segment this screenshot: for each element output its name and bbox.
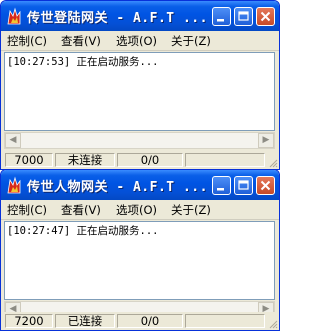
menu-about[interactable]: 关于(Z) [171, 202, 211, 218]
minimize-icon [217, 19, 224, 22]
scroll-right-icon[interactable]: ▶ [258, 133, 274, 148]
status-empty [185, 314, 265, 328]
maximize-button[interactable] [234, 176, 253, 195]
log-line: [10:27:53] 正在启动服务... [7, 56, 159, 68]
status-count: 0/0 [117, 153, 183, 167]
minimize-button[interactable] [212, 176, 231, 195]
menu-bar: 控制(C) 查看(V) 选项(O) 关于(Z) [1, 200, 279, 220]
status-empty [185, 153, 265, 167]
title-bar[interactable]: 传世人物网关 - A.F.T ... [1, 170, 279, 200]
resize-grip-icon[interactable] [268, 319, 278, 329]
menu-control[interactable]: 控制(C) [7, 202, 47, 218]
character-gateway-window: 传世人物网关 - A.F.T ... 控制(C) 查看(V) 选项(O) 关于(… [0, 169, 280, 331]
log-line: [10:27:47] 正在启动服务... [7, 225, 159, 237]
close-button[interactable] [256, 7, 275, 26]
menu-view[interactable]: 查看(V) [61, 33, 101, 49]
flame-app-icon [7, 176, 21, 194]
resize-grip-icon[interactable] [268, 158, 278, 168]
menu-bar: 控制(C) 查看(V) 选项(O) 关于(Z) [1, 31, 279, 51]
status-count: 0/0 [117, 314, 183, 328]
log-area[interactable]: [10:27:47] 正在启动服务... [4, 221, 275, 300]
window-title: 传世登陆网关 - A.F.T ... [27, 11, 208, 26]
status-bar: 7200 已连接 0/0 [1, 312, 279, 330]
log-area[interactable]: [10:27:53] 正在启动服务... [4, 52, 275, 131]
title-bar[interactable]: 传世登陆网关 - A.F.T ... [1, 1, 279, 31]
status-connection: 未连接 [55, 153, 115, 167]
minimize-button[interactable] [212, 7, 231, 26]
menu-control[interactable]: 控制(C) [7, 33, 47, 49]
close-icon [260, 180, 271, 191]
login-gateway-window: 传世登陆网关 - A.F.T ... 控制(C) 查看(V) 选项(O) 关于(… [0, 0, 280, 170]
close-icon [260, 11, 271, 22]
minimize-icon [217, 188, 224, 191]
horizontal-scrollbar[interactable]: ◀ ▶ [4, 132, 275, 149]
window-title: 传世人物网关 - A.F.T ... [27, 180, 208, 195]
menu-about[interactable]: 关于(Z) [171, 33, 211, 49]
status-bar: 7000 未连接 0/0 [1, 151, 279, 169]
maximize-icon [238, 11, 249, 21]
status-connection: 已连接 [55, 314, 115, 328]
menu-options[interactable]: 选项(O) [116, 33, 157, 49]
flame-app-icon [7, 7, 21, 25]
scroll-left-icon[interactable]: ◀ [5, 133, 21, 148]
maximize-icon [238, 180, 249, 190]
status-port: 7000 [5, 153, 53, 167]
close-button[interactable] [256, 176, 275, 195]
menu-options[interactable]: 选项(O) [116, 202, 157, 218]
menu-view[interactable]: 查看(V) [61, 202, 101, 218]
maximize-button[interactable] [234, 7, 253, 26]
status-port: 7200 [5, 314, 53, 328]
